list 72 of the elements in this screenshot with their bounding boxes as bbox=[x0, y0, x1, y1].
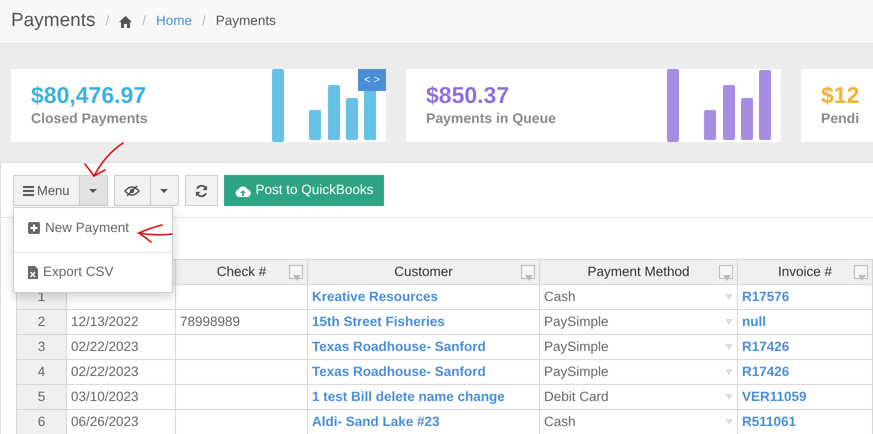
dropdown-toggle-button[interactable] bbox=[78, 175, 108, 206]
filter-icon[interactable] bbox=[854, 265, 868, 279]
stat-label: Pendi bbox=[821, 109, 860, 128]
filter-icon[interactable] bbox=[289, 265, 303, 279]
table-cell: PaySimple bbox=[540, 334, 738, 360]
customer-link[interactable]: 15th Street Fisheries bbox=[312, 314, 445, 329]
breadcrumb-separator: / bbox=[202, 12, 206, 30]
breadcrumb-separator: / bbox=[142, 12, 146, 30]
table-cell: 02/22/2023 bbox=[66, 360, 176, 384]
stat-value: $80,476.97 bbox=[31, 82, 148, 108]
customer-link[interactable]: Kreative Resources bbox=[312, 288, 438, 304]
dropdown-caret-icon bbox=[725, 294, 733, 300]
spreadsheet-file-icon bbox=[28, 266, 38, 279]
caret-icon bbox=[89, 188, 98, 192]
row-number: 5 bbox=[16, 384, 66, 410]
refresh-icon bbox=[194, 184, 208, 198]
page-title: Payments bbox=[11, 10, 96, 33]
breadcrumb-current: Payments bbox=[216, 12, 276, 30]
menu-item[interactable]: Export CSV bbox=[14, 252, 172, 292]
toggle-button[interactable]: < > bbox=[358, 69, 386, 91]
stat-label: Closed Payments bbox=[31, 109, 148, 128]
breadcrumb-link[interactable]: Home bbox=[156, 11, 192, 32]
dropdown-caret-icon bbox=[725, 369, 733, 375]
column-header: Invoice # bbox=[738, 260, 872, 284]
invoice-link[interactable]: R17576 bbox=[742, 288, 790, 304]
caret-icon bbox=[160, 188, 168, 192]
table-cell: PaySimple bbox=[540, 360, 738, 384]
row-number: 4 bbox=[16, 360, 66, 384]
dropdown-caret-icon bbox=[725, 419, 733, 425]
hidden-eye-icon bbox=[124, 184, 140, 196]
menu-item[interactable]: New Payment bbox=[14, 208, 172, 248]
dropdown-caret-icon bbox=[725, 319, 733, 325]
invoice-link[interactable]: R17426 bbox=[742, 338, 790, 354]
table-cell: Cash bbox=[540, 284, 738, 310]
annotation-arrow bbox=[84, 142, 124, 178]
breadcrumb-separator: / bbox=[105, 12, 110, 30]
filter-icon[interactable] bbox=[521, 265, 535, 279]
row-number: 3 bbox=[16, 334, 66, 360]
table-cell: Debit Card bbox=[540, 384, 738, 410]
dropdown-caret-icon bbox=[725, 344, 733, 350]
home-icon bbox=[119, 16, 132, 28]
stat-value: $12 bbox=[821, 82, 860, 108]
dropdown-caret-icon bbox=[725, 394, 733, 400]
row-number: 2 bbox=[16, 310, 66, 334]
column-header: Check # bbox=[176, 260, 308, 284]
table-cell: 03/10/2023 bbox=[66, 384, 176, 410]
plus-square-icon bbox=[28, 222, 40, 234]
menu-icon bbox=[23, 186, 34, 196]
invoice-link[interactable]: R511061 bbox=[742, 414, 796, 429]
menu-button[interactable]: Menu bbox=[13, 175, 80, 206]
customer-link[interactable]: 1 test Bill delete name change bbox=[312, 388, 505, 404]
invoice-link[interactable]: R17426 bbox=[742, 364, 790, 379]
stat-label: Payments in Queue bbox=[426, 109, 556, 128]
visibility-button[interactable] bbox=[114, 175, 151, 206]
post-button[interactable]: Post to QuickBooks bbox=[224, 175, 384, 206]
table-cell: 02/22/2023 bbox=[66, 334, 176, 360]
column-header: Customer bbox=[308, 260, 540, 284]
table-cell: 78998989 bbox=[176, 310, 308, 334]
row-number: 6 bbox=[16, 410, 66, 434]
customer-link[interactable]: Texas Roadhouse- Sanford bbox=[312, 338, 486, 354]
table-cell: 12/13/2022 bbox=[66, 310, 176, 334]
customer-link[interactable]: Texas Roadhouse- Sanford bbox=[312, 364, 486, 379]
column-header: Payment Method bbox=[540, 260, 738, 284]
customer-link[interactable]: Aldi- Sand Lake #23 bbox=[312, 414, 440, 429]
invoice-link[interactable]: VER11059 bbox=[742, 388, 807, 404]
table-cell: PaySimple bbox=[540, 310, 738, 334]
cloud-upload-icon bbox=[234, 184, 251, 196]
dropdown-toggle-button[interactable] bbox=[150, 175, 179, 206]
stat-value: $850.37 bbox=[426, 82, 510, 108]
filter-icon[interactable] bbox=[719, 265, 733, 279]
refresh-button[interactable] bbox=[184, 175, 218, 206]
invoice-link[interactable]: null bbox=[742, 314, 766, 329]
